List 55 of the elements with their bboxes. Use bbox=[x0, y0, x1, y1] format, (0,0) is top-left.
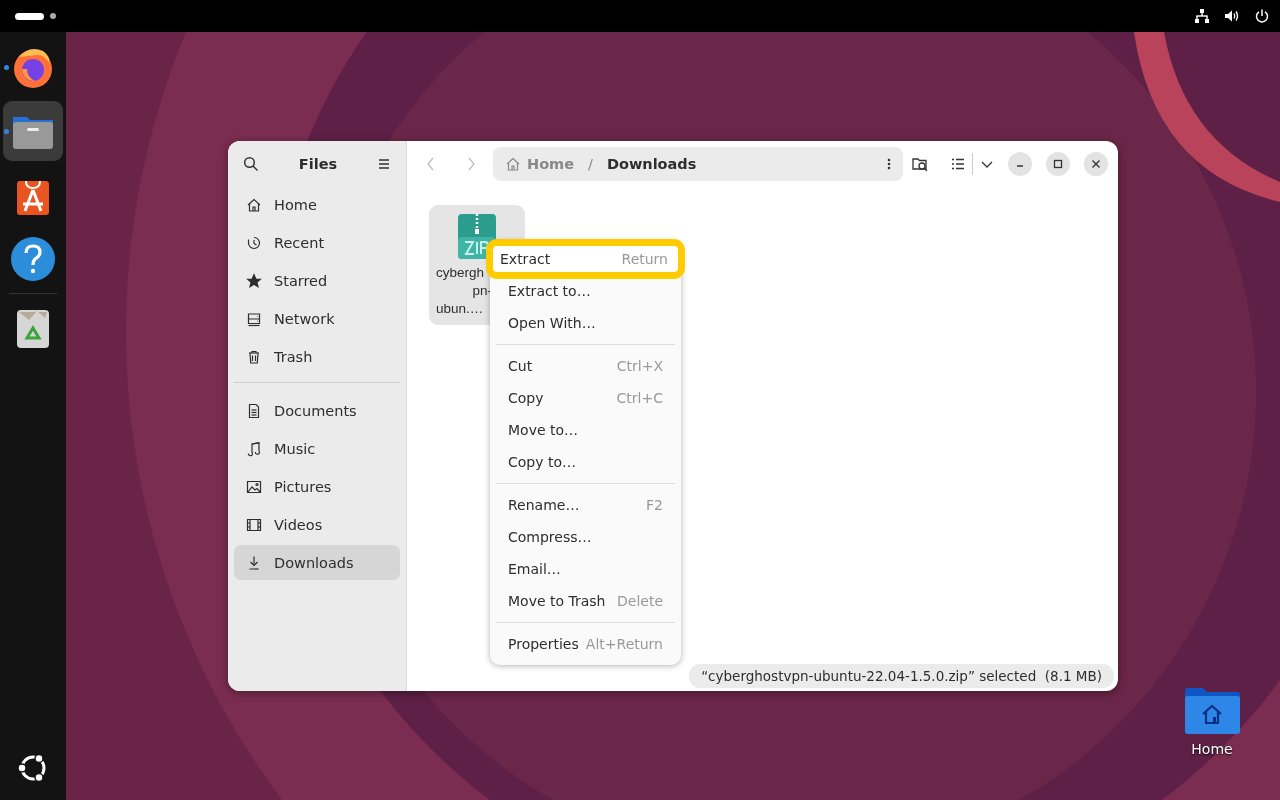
folder-search-icon[interactable] bbox=[911, 155, 929, 173]
menu-item[interactable]: Move to Trash Delete bbox=[496, 585, 675, 617]
sidebar-item[interactable]: Videos bbox=[234, 507, 400, 542]
sidebar-item[interactable]: Trash bbox=[234, 339, 400, 374]
file-name: pn- bbox=[472, 282, 492, 300]
menu-item[interactable]: Move to… bbox=[496, 414, 675, 446]
close-button[interactable] bbox=[1084, 152, 1108, 176]
volume-icon[interactable] bbox=[1224, 8, 1240, 24]
videos-icon bbox=[246, 516, 262, 533]
sidebar-item[interactable]: Pictures bbox=[234, 469, 400, 504]
network-icon bbox=[246, 310, 262, 327]
menu-item[interactable]: Properties Alt+Return bbox=[496, 628, 675, 660]
help-icon bbox=[9, 235, 57, 283]
sidebar-item[interactable]: Home bbox=[234, 187, 400, 222]
sidebar-item[interactable]: Recent bbox=[234, 225, 400, 260]
menu-item[interactable]: Compress… bbox=[496, 521, 675, 553]
sidebar-item[interactable]: Network bbox=[234, 301, 400, 336]
menu-icon[interactable] bbox=[377, 157, 391, 171]
recent-icon bbox=[246, 234, 262, 251]
network-icon[interactable] bbox=[1194, 8, 1210, 24]
sidebar-title: Files bbox=[298, 156, 338, 172]
search-icon[interactable] bbox=[243, 156, 259, 172]
menu-item[interactable]: Cut Ctrl+X bbox=[496, 350, 675, 382]
menu-item[interactable]: Email… bbox=[496, 553, 675, 585]
home-icon bbox=[505, 156, 521, 172]
desktop-icon[interactable]: Home bbox=[1182, 687, 1242, 757]
sidebar-item[interactable]: Downloads bbox=[234, 545, 400, 580]
file-name: ubun.… bbox=[436, 300, 484, 318]
documents-icon bbox=[246, 402, 262, 419]
menu-item[interactable]: Rename… F2 bbox=[496, 489, 675, 521]
list-view-icon[interactable] bbox=[951, 157, 965, 171]
more-icon[interactable] bbox=[887, 157, 891, 171]
path-bar[interactable]: Home / Downloads bbox=[493, 147, 903, 181]
home-icon bbox=[246, 196, 262, 213]
path-separator: / bbox=[588, 156, 593, 172]
sidebar-item[interactable]: Music bbox=[234, 431, 400, 466]
music-icon bbox=[246, 440, 262, 457]
path-crumb[interactable]: Downloads bbox=[606, 156, 697, 172]
trash-icon bbox=[246, 348, 262, 365]
close-icon bbox=[1091, 159, 1101, 169]
menu-item[interactable]: Copy Ctrl+C bbox=[496, 382, 675, 414]
starred-icon bbox=[246, 272, 262, 289]
home-folder-icon bbox=[1183, 687, 1241, 735]
sidebar-item[interactable]: Documents bbox=[234, 393, 400, 428]
maximize-button[interactable] bbox=[1046, 152, 1070, 176]
workspace-indicator[interactable] bbox=[50, 13, 56, 19]
file-name: cybergh bbox=[436, 264, 485, 282]
status-bar: “cyberghostvpn-ubuntu-22.04-1.5.0.zip” selected (8.1 MB) bbox=[689, 664, 1114, 688]
pictures-icon bbox=[246, 478, 262, 495]
menu-item[interactable]: Copy to… bbox=[496, 446, 675, 478]
workspace-indicator[interactable] bbox=[15, 12, 44, 20]
maximize-icon bbox=[1053, 159, 1063, 169]
zip-file-icon bbox=[457, 212, 497, 260]
power-icon[interactable] bbox=[1254, 8, 1270, 24]
sidebar-item[interactable]: Starred bbox=[234, 263, 400, 298]
